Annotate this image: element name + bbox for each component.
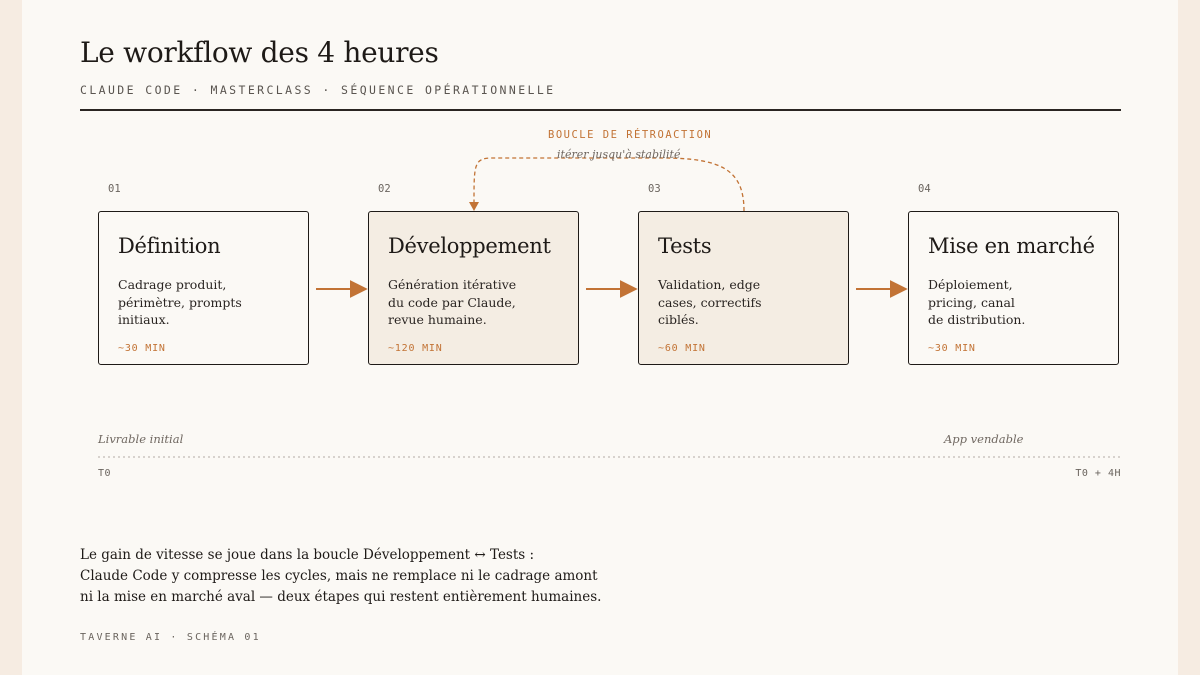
step-description: Cadrage produit, périmètre, prompts init… (118, 277, 242, 327)
step-number-01: 01 (108, 183, 121, 195)
timeline-end-label: App vendable (944, 432, 1024, 446)
step-title: Tests (658, 234, 712, 258)
step-title: Développement (388, 234, 551, 258)
step-card-mise-en-marche: Mise en marché Déploiement, pricing, can… (908, 211, 1119, 365)
timeline-start-tick: T0 (98, 468, 112, 479)
feedback-loop-label: BOUCLE DE RÉTROACTION (548, 129, 713, 141)
step-duration: ~120 MIN (388, 343, 443, 354)
step-title: Définition (118, 234, 221, 258)
conclusion-text: Le gain de vitesse se joue dans la boucl… (80, 547, 602, 605)
feedback-loop-sublabel: itérer jusqu'à stabilité (557, 148, 681, 161)
step-description: Validation, edge cases, correctifs ciblé… (658, 277, 762, 327)
step-duration: ~60 MIN (658, 343, 706, 354)
step-card-tests: Tests Validation, edge cases, correctifs… (638, 211, 849, 365)
step-number-02: 02 (378, 183, 391, 195)
step-title: Mise en marché (928, 234, 1095, 258)
step-duration: ~30 MIN (928, 343, 976, 354)
step-card-developpement: Développement Génération itérative du co… (368, 211, 579, 365)
slide: Le workflow des 4 heures CLAUDE CODE · M… (22, 0, 1178, 675)
feedback-loop-arrow (473, 157, 745, 212)
footer-credit: TAVERNE AI · SCHÉMA 01 (80, 632, 261, 643)
timeline-end-tick: T0 + 4H (1075, 468, 1121, 479)
timeline-start-label: Livrable initial (98, 432, 184, 446)
step-description: Déploiement, pricing, canal de distribut… (928, 277, 1026, 327)
step-card-definition: Définition Cadrage produit, périmètre, p… (98, 211, 309, 365)
step-number-03: 03 (648, 183, 661, 195)
step-number-04: 04 (918, 183, 931, 195)
step-duration: ~30 MIN (118, 343, 166, 354)
step-description: Génération itérative du code par Claude,… (388, 277, 517, 327)
feedback-loop-arrowhead (469, 202, 479, 211)
